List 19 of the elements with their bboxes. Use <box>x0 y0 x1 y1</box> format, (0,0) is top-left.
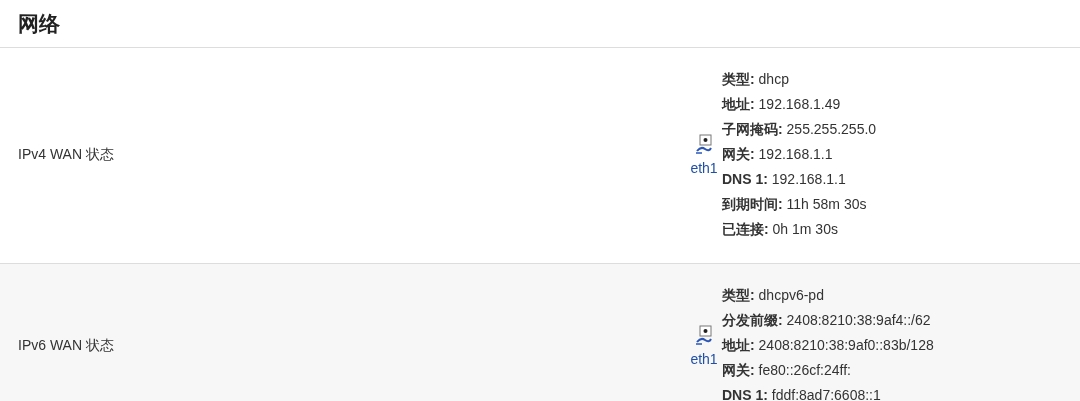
interface-name: eth1 <box>690 350 718 367</box>
interface-name: eth1 <box>690 159 718 176</box>
detail-line: 已连接: 0h 1m 30s <box>722 220 839 239</box>
detail-line: 地址: 192.168.1.49 <box>722 95 842 114</box>
section-title: 网络 <box>18 10 60 37</box>
detail-line: 网关: 192.168.1.1 <box>722 145 834 164</box>
row-label: IPv6 WAN 状态 <box>18 336 115 355</box>
detail-line: 子网掩码: 255.255.255.0 <box>722 120 878 139</box>
detail-line: 到期时间: 11h 58m 30s <box>722 195 868 214</box>
row-label: IPv4 WAN 状态 <box>18 145 115 164</box>
detail-line: 分发前缀: 2408:8210:38:9af4::/62 <box>722 311 932 330</box>
network-port-icon <box>695 133 713 154</box>
detail-line: 网关: fe80::26cf:24ff: <box>722 361 852 380</box>
detail-line: 类型: dhcp <box>722 70 790 89</box>
detail-line: DNS 1: fddf:8ad7:6608::1 <box>722 386 882 401</box>
network-port-icon <box>695 324 713 345</box>
detail-line: 类型: dhcpv6-pd <box>722 286 825 305</box>
detail-line: 地址: 2408:8210:38:9af0::83b/128 <box>722 336 935 355</box>
detail-line: DNS 1: 192.168.1.1 <box>722 170 847 189</box>
